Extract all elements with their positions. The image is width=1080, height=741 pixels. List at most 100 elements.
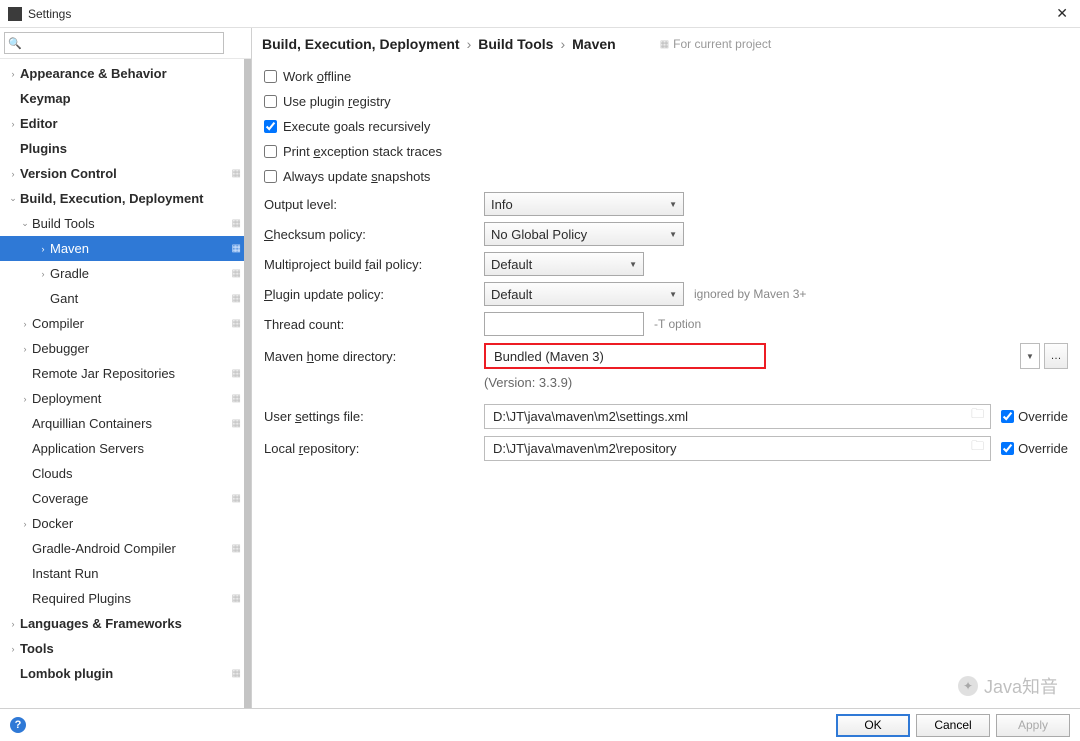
maven-home-dropdown-button[interactable]: ▼: [1020, 343, 1040, 369]
execute-goals-checkbox[interactable]: [264, 120, 277, 133]
thread-count-input[interactable]: [484, 312, 644, 336]
maven-version-hint: (Version: 3.3.9): [484, 375, 1068, 390]
breadcrumb-a: Build, Execution, Deployment: [262, 36, 460, 52]
folder-icon[interactable]: 🗀: [971, 437, 984, 459]
tree-item-keymap[interactable]: Keymap: [0, 86, 251, 111]
multiproject-fail-label: Multiproject build fail policy:: [264, 257, 484, 272]
expander-icon[interactable]: ›: [8, 69, 18, 79]
plugin-update-select[interactable]: Default▼: [484, 282, 684, 306]
watermark: ✦Java知音: [958, 673, 1058, 699]
project-scope-icon: ▦: [232, 368, 241, 379]
ok-button[interactable]: OK: [836, 714, 910, 737]
tree-item-gant[interactable]: Gant▦: [0, 286, 251, 311]
tree-item-appearance-behavior[interactable]: ›Appearance & Behavior: [0, 61, 251, 86]
print-exception-label[interactable]: Print exception stack traces: [283, 144, 442, 159]
tree-item-label: Languages & Frameworks: [20, 616, 251, 631]
print-exception-checkbox[interactable]: [264, 145, 277, 158]
expander-icon[interactable]: ›: [38, 269, 48, 279]
user-settings-override[interactable]: Override: [1001, 409, 1068, 424]
maven-form: Work offline Use plugin registry Execute…: [252, 60, 1080, 468]
tree-item-maven[interactable]: ›Maven▦: [0, 236, 251, 261]
expander-icon[interactable]: ›: [8, 119, 18, 129]
maven-home-label: Maven home directory:: [264, 349, 484, 364]
tree-item-label: Instant Run: [32, 566, 251, 581]
project-scope-icon: ▦: [232, 418, 241, 429]
tree-item-label: Build, Execution, Deployment: [20, 191, 251, 206]
multiproject-fail-select[interactable]: Default▼: [484, 252, 644, 276]
tree-item-build-execution-deployment[interactable]: ⌄Build, Execution, Deployment: [0, 186, 251, 211]
checksum-policy-select[interactable]: No Global Policy▼: [484, 222, 684, 246]
user-settings-input[interactable]: D:\JT\java\maven\m2\settings.xml🗀: [484, 404, 991, 429]
local-repo-override-checkbox[interactable]: [1001, 442, 1014, 455]
tree-item-instant-run[interactable]: Instant Run: [0, 561, 251, 586]
tree-item-gradle-android-compiler[interactable]: Gradle-Android Compiler▦: [0, 536, 251, 561]
tree-item-label: Tools: [20, 641, 251, 656]
project-icon: ▦: [660, 39, 669, 50]
plugin-update-hint: ignored by Maven 3+: [694, 287, 806, 301]
local-repo-override[interactable]: Override: [1001, 441, 1068, 456]
tree-item-label: Application Servers: [32, 441, 251, 456]
expander-icon[interactable]: ›: [8, 644, 18, 654]
scrollbar[interactable]: [244, 59, 251, 708]
user-settings-override-checkbox[interactable]: [1001, 410, 1014, 423]
project-scope-icon: ▦: [232, 543, 241, 554]
expander-icon[interactable]: ›: [20, 519, 30, 529]
use-plugin-registry-label[interactable]: Use plugin registry: [283, 94, 391, 109]
always-update-label[interactable]: Always update snapshots: [283, 169, 430, 184]
work-offline-label[interactable]: Work offline: [283, 69, 351, 84]
project-scope-icon: ▦: [232, 293, 241, 304]
tree-item-languages-frameworks[interactable]: ›Languages & Frameworks: [0, 611, 251, 636]
tree-item-remote-jar-repositories[interactable]: Remote Jar Repositories▦: [0, 361, 251, 386]
apply-button[interactable]: Apply: [996, 714, 1070, 737]
user-settings-label: User settings file:: [264, 409, 484, 424]
expander-icon[interactable]: ›: [20, 344, 30, 354]
always-update-checkbox[interactable]: [264, 170, 277, 183]
tree-item-label: Clouds: [32, 466, 251, 481]
tree-item-application-servers[interactable]: Application Servers: [0, 436, 251, 461]
execute-goals-label[interactable]: Execute goals recursively: [283, 119, 430, 134]
tree-item-required-plugins[interactable]: Required Plugins▦: [0, 586, 251, 611]
help-button[interactable]: ?: [10, 717, 26, 733]
local-repo-label: Local repository:: [264, 441, 484, 456]
tree-item-editor[interactable]: ›Editor: [0, 111, 251, 136]
expander-icon[interactable]: ›: [8, 169, 18, 179]
maven-home-browse-button[interactable]: …: [1044, 343, 1068, 369]
expander-icon[interactable]: ›: [8, 619, 18, 629]
tree-item-version-control[interactable]: ›Version Control▦: [0, 161, 251, 186]
maven-home-combo[interactable]: Bundled (Maven 3): [484, 343, 766, 369]
chevron-right-icon: ›: [467, 36, 472, 52]
local-repo-input[interactable]: D:\JT\java\maven\m2\repository🗀: [484, 436, 991, 461]
expander-icon[interactable]: ›: [20, 319, 30, 329]
tree-item-docker[interactable]: ›Docker: [0, 511, 251, 536]
search-input[interactable]: [4, 32, 224, 54]
close-icon[interactable]: ✕: [1052, 5, 1072, 22]
tree-item-build-tools[interactable]: ⌄Build Tools▦: [0, 211, 251, 236]
expander-icon[interactable]: ›: [38, 244, 48, 254]
tree-item-label: Lombok plugin: [20, 666, 232, 681]
tree-item-coverage[interactable]: Coverage▦: [0, 486, 251, 511]
tree-item-tools[interactable]: ›Tools: [0, 636, 251, 661]
project-scope-icon: ▦: [232, 593, 241, 604]
tree-item-label: Coverage: [32, 491, 232, 506]
chevron-down-icon: ▼: [669, 230, 677, 239]
expander-icon[interactable]: ⌄: [20, 218, 30, 229]
work-offline-checkbox[interactable]: [264, 70, 277, 83]
tree-item-deployment[interactable]: ›Deployment▦: [0, 386, 251, 411]
tree-item-debugger[interactable]: ›Debugger: [0, 336, 251, 361]
bottombar: ? OK Cancel Apply: [0, 708, 1080, 741]
tree-item-arquillian-containers[interactable]: Arquillian Containers▦: [0, 411, 251, 436]
tree-item-compiler[interactable]: ›Compiler▦: [0, 311, 251, 336]
folder-icon[interactable]: 🗀: [971, 405, 984, 427]
expander-icon[interactable]: ⌄: [8, 193, 18, 204]
tree-item-lombok-plugin[interactable]: Lombok plugin▦: [0, 661, 251, 686]
cancel-button[interactable]: Cancel: [916, 714, 990, 737]
output-level-select[interactable]: Info▼: [484, 192, 684, 216]
tree-item-clouds[interactable]: Clouds: [0, 461, 251, 486]
expander-icon[interactable]: ›: [20, 394, 30, 404]
plugin-update-label: Plugin update policy:: [264, 287, 484, 302]
use-plugin-registry-checkbox[interactable]: [264, 95, 277, 108]
chevron-right-icon: ›: [560, 36, 565, 52]
tree-item-gradle[interactable]: ›Gradle▦: [0, 261, 251, 286]
thread-count-hint: -T option: [654, 317, 701, 331]
tree-item-plugins[interactable]: Plugins: [0, 136, 251, 161]
